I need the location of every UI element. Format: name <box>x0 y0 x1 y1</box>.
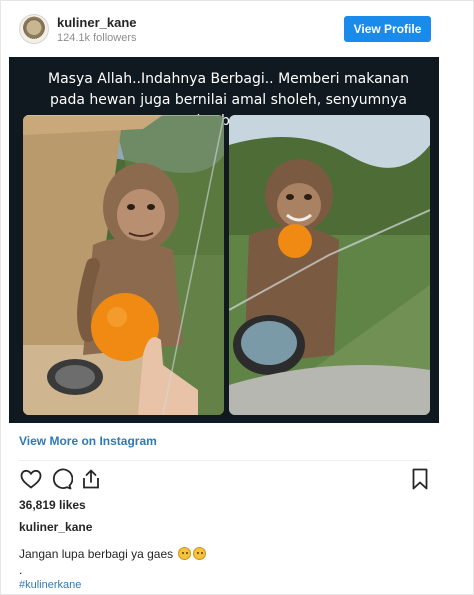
caption-separator: . <box>19 563 23 577</box>
divider <box>19 460 429 461</box>
post-media[interactable]: Masya Allah..Indahnya Berbagi.. Memberi … <box>9 57 439 423</box>
photo-monkey-taking-orange <box>23 115 224 415</box>
heart-icon[interactable] <box>19 467 43 491</box>
bookmark-icon[interactable] <box>408 467 432 491</box>
hashtag-link[interactable]: #kulinerkane <box>19 579 81 591</box>
post-caption-text: Jangan lupa berbagi ya gaes <box>19 547 174 561</box>
instagram-embed-card: kuliner_kane 124.1k followers View Profi… <box>0 0 474 595</box>
photo-monkey-holding-orange <box>229 115 430 415</box>
profile-username[interactable]: kuliner_kane <box>57 15 137 30</box>
avatar[interactable] <box>19 14 49 44</box>
view-more-on-instagram-link[interactable]: View More on Instagram <box>19 434 157 448</box>
post-author[interactable]: kuliner_kane <box>19 520 92 534</box>
smiling-face-emoji-icon <box>193 547 207 560</box>
view-profile-button[interactable]: View Profile <box>344 16 431 42</box>
comment-icon[interactable] <box>49 467 74 491</box>
share-icon[interactable] <box>79 467 103 491</box>
post-caption: Jangan lupa berbagi ya gaes <box>19 547 207 561</box>
post-header: kuliner_kane 124.1k followers View Profi… <box>1 1 474 57</box>
like-count[interactable]: 36,819 likes <box>19 498 86 512</box>
follower-count: 124.1k followers <box>57 32 137 44</box>
smiling-face-emoji-icon <box>178 547 192 560</box>
